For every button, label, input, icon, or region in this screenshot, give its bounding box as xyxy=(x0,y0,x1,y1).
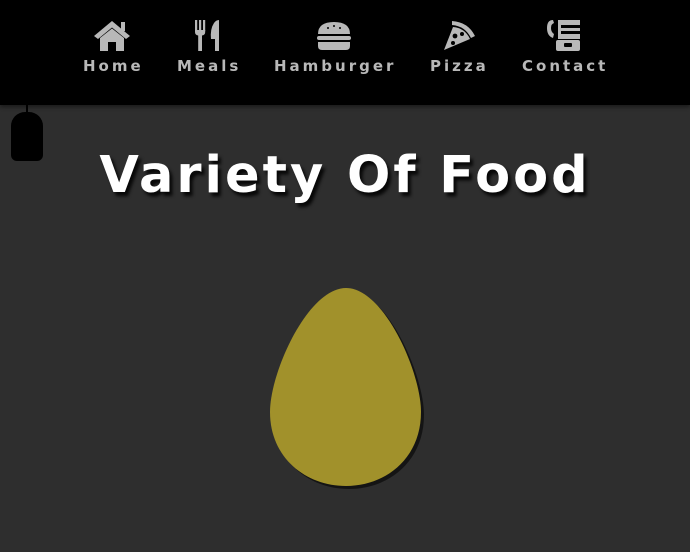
top-navbar: Home Meals Hamburger Pizza Contact xyxy=(0,0,690,105)
home-icon xyxy=(93,21,130,51)
utensils-icon xyxy=(194,20,219,51)
nav-item-contact[interactable]: Contact xyxy=(519,18,608,75)
page-title: Variety Of Food xyxy=(99,146,591,205)
nav-item-home[interactable]: Home xyxy=(80,18,144,75)
nav-item-pizza[interactable]: Pizza xyxy=(427,18,489,75)
egg-illustration xyxy=(266,282,426,490)
nav-item-label: Meals xyxy=(177,57,242,75)
hamburger-icon xyxy=(316,22,351,50)
egg-icon xyxy=(270,288,424,489)
nav-item-hamburger[interactable]: Hamburger xyxy=(271,18,396,75)
nav-item-label: Contact xyxy=(522,57,609,75)
pizza-icon xyxy=(443,21,475,50)
nav-item-label: Hamburger xyxy=(274,57,397,75)
nav-item-label: Pizza xyxy=(430,57,489,75)
nav-item-label: Home xyxy=(83,57,144,75)
phone-icon xyxy=(546,20,580,51)
nav-item-meals[interactable]: Meals xyxy=(174,18,241,75)
